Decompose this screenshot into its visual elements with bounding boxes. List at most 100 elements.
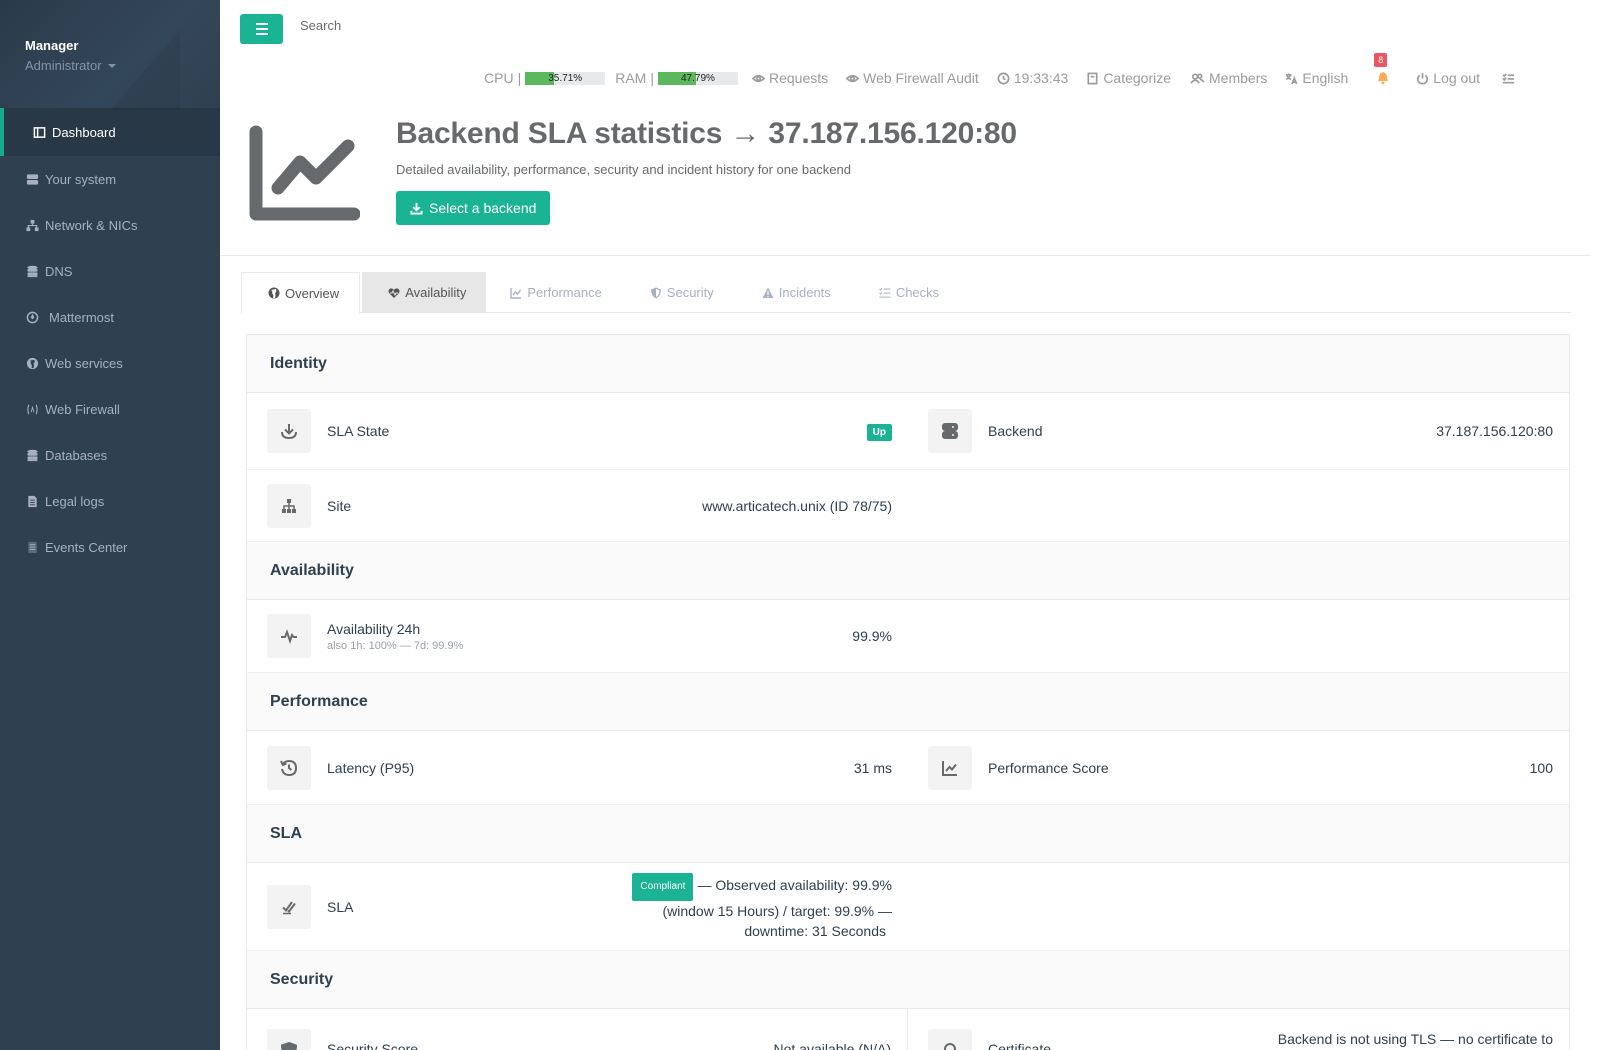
section-title-identity: Identity [247, 335, 1569, 393]
select-backend-button[interactable]: Select a backend [396, 191, 551, 225]
tab-label: Security [666, 285, 714, 300]
certificate-cell: Certificate Backend is not using TLS — n… [908, 1009, 1569, 1050]
tab-label: Checks [895, 285, 940, 300]
availability-value: 99.9% [852, 628, 892, 644]
sidebar-item-dns[interactable]: DNS [0, 248, 220, 294]
availability-cell: Availability 24h also 1h: 100% — 7d: 99.… [247, 600, 908, 672]
tab-label: Performance [527, 285, 602, 300]
clock-icon [997, 72, 1010, 84]
sidebar-nav: Dashboard Your system Network & NICs DNS… [0, 108, 220, 570]
download-icon [410, 202, 423, 215]
site-value: www.articatech.unix (ID 78/75) [702, 497, 892, 514]
search-input[interactable] [300, 18, 600, 33]
sidebar-item-network[interactable]: Network & NICs [0, 202, 220, 248]
sidebar-item-mattermost[interactable]: Mattermost [0, 294, 220, 340]
overview-panel: Identity SLA State Up Backend 37.187.156… [246, 334, 1570, 1050]
sidebar-item-label: Legal logs [45, 493, 105, 509]
sidebar-item-web-services[interactable]: Web services [0, 340, 220, 386]
list-icon [25, 540, 39, 554]
logout-link[interactable]: Log out [1416, 70, 1480, 86]
separator: | [650, 70, 654, 86]
sidebar-item-events-center[interactable]: Events Center [0, 524, 220, 570]
requests-label: Requests [768, 70, 829, 86]
tab-label: Incidents [778, 285, 831, 300]
tab-availability[interactable]: Availability [362, 272, 487, 313]
menu-toggle-button[interactable] [240, 14, 283, 44]
certificate-value: Backend is not using TLS — no certificat… [1277, 1031, 1553, 1047]
tab-overview[interactable]: Overview [241, 272, 361, 314]
check-double-icon [267, 884, 311, 929]
select-backend-label: Select a backend [429, 200, 537, 216]
file-icon [25, 494, 39, 508]
sla-state-cell: SLA State Up [247, 393, 908, 469]
firewall-icon [25, 402, 39, 416]
sla-row: SLA Compliant — Observed availability: 99… [247, 863, 1569, 951]
section-title-availability: Availability [247, 542, 1569, 600]
sla-line-3: downtime: 31 Seconds [744, 922, 886, 939]
ram-label: RAM [615, 70, 647, 86]
language-selector[interactable]: English [1285, 70, 1348, 86]
sitemap-icon [267, 483, 311, 528]
tab-bar: Overview Availability Performance Securi… [241, 272, 1571, 314]
server-icon [928, 409, 972, 453]
clock: 19:33:43 [997, 70, 1069, 86]
site-label: Site [327, 497, 352, 514]
language-label: English [1302, 70, 1349, 86]
tab-performance[interactable]: Performance [486, 272, 625, 313]
book-icon [1087, 72, 1098, 84]
sidebar-item-legal-logs[interactable]: Legal logs [0, 478, 220, 524]
sidebar-item-label: Mattermost [49, 309, 115, 325]
sidebar-item-your-system[interactable]: Your system [0, 156, 220, 202]
identity-row-1: SLA State Up Backend 37.187.156.120:80 [247, 393, 1569, 470]
certificate-label: Certificate [988, 1041, 1052, 1050]
members-link[interactable]: Members [1189, 70, 1267, 86]
latency-cell: Latency (P95) 31 ms [247, 731, 908, 804]
sla-value: Compliant — Observed availability: 99.9% … [632, 872, 892, 941]
page-title: Backend SLA statistics → 37.187.156.120:… [396, 117, 1017, 150]
tab-checks[interactable]: Checks [855, 272, 963, 313]
requests-link[interactable]: Requests [751, 70, 829, 86]
security-row: Security Score Not available (N/A) Certi… [247, 1009, 1569, 1050]
sidebar-item-label: DNS [45, 263, 73, 279]
shield-icon [267, 1029, 311, 1050]
members-label: Members [1209, 70, 1268, 86]
power-icon [1417, 72, 1429, 84]
sidebar-item-label: Dashboard [52, 124, 116, 140]
sidebar: Manager Administrator Dashboard Your sys… [0, 0, 220, 1050]
bell-icon [1378, 72, 1389, 85]
backend-cell: Backend 37.187.156.120:80 [908, 393, 1569, 469]
clock-time: 19:33:43 [1013, 70, 1069, 86]
categorize-link[interactable]: Categorize [1086, 70, 1171, 86]
sidebar-item-databases[interactable]: Databases [0, 432, 220, 478]
availability-subtext: also 1h: 100% — 7d: 99.9% [327, 639, 464, 652]
status-badge: Up [866, 423, 892, 441]
page-header: Backend SLA statistics → 37.187.156.120:… [220, 104, 1590, 256]
latency-value: 31 ms [853, 759, 892, 776]
empty-cell [908, 600, 1569, 672]
tab-incidents[interactable]: Incidents [738, 272, 855, 313]
sidebar-item-label: Events Center [45, 539, 128, 555]
sidebar-item-dashboard[interactable]: Dashboard [0, 108, 220, 156]
ram-meter: 47.79% [657, 71, 738, 85]
cpu-label: CPU [484, 70, 514, 86]
cpu-meter: 35.71% [525, 71, 606, 85]
tab-security[interactable]: Security [626, 272, 738, 313]
section-title-security: Security [247, 951, 1569, 1009]
availability-row: Availability 24h also 1h: 100% — 7d: 99.… [247, 600, 1569, 673]
heartbeat-icon [388, 287, 400, 298]
empty-cell [908, 863, 1569, 950]
sidebar-item-web-firewall[interactable]: Web Firewall [0, 386, 220, 432]
sla-line-1: — Observed availability: 99.9% [697, 876, 892, 893]
notifications-button[interactable]: 8 [1374, 53, 1394, 85]
availability-label: Availability 24h also 1h: 100% — 7d: 99.… [327, 621, 463, 652]
sidebar-item-label: Web services [45, 355, 123, 371]
empty-cell [908, 470, 1569, 541]
download-icon [267, 409, 311, 453]
performance-row: Latency (P95) 31 ms Performance Score 10… [247, 731, 1569, 805]
waf-audit-link[interactable]: Web Firewall Audit [846, 70, 979, 86]
right-sidebar-toggle[interactable] [1502, 72, 1519, 85]
tab-label: Overview [285, 285, 340, 301]
network-icon [25, 218, 39, 232]
performance-score-label: Performance Score [988, 759, 1109, 776]
notifications-badge: 8 [1374, 53, 1388, 67]
